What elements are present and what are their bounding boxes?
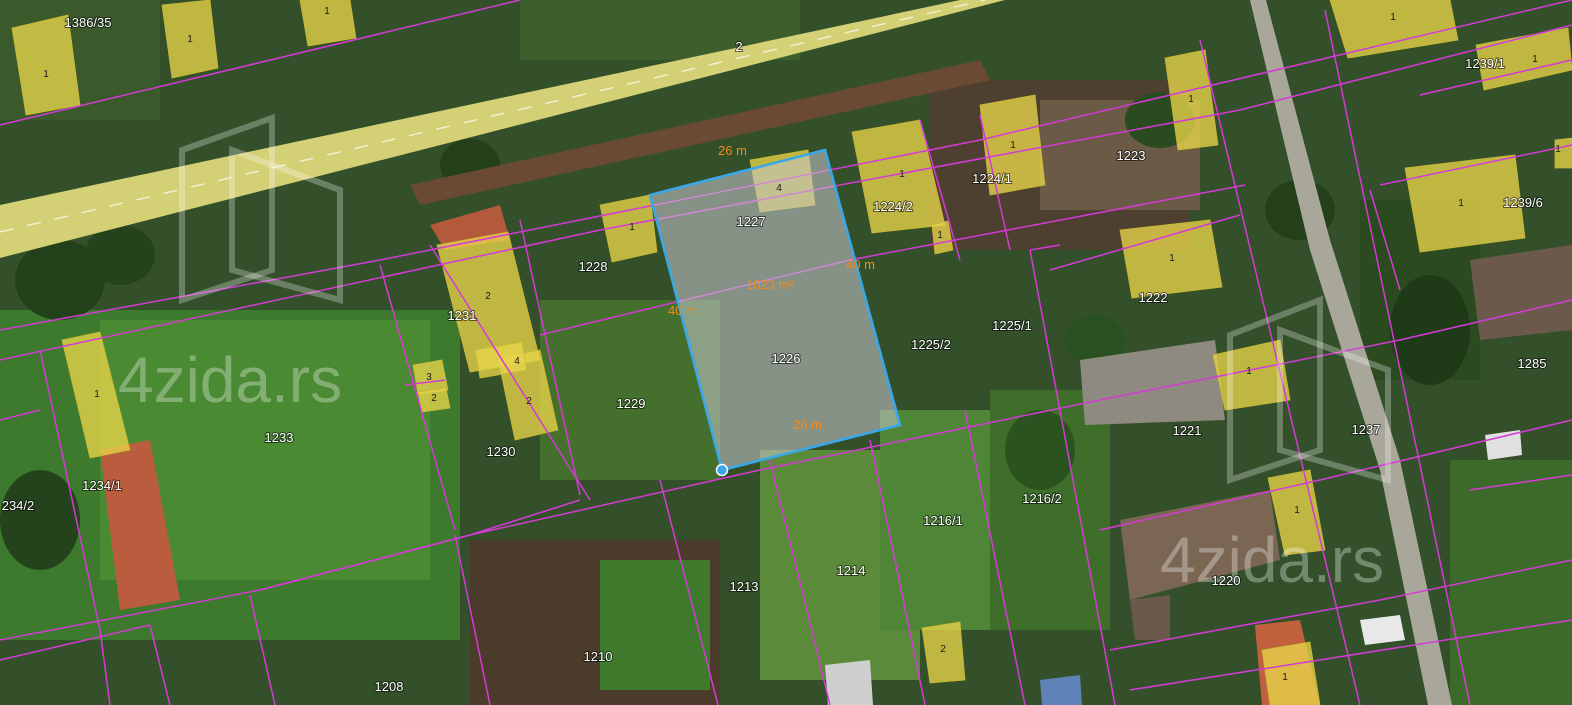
building-number-label: 1 [1555,144,1561,155]
measure-east: 40 m [846,257,875,272]
building-number-label: 1 [1010,140,1016,151]
building-number-label: 2 [431,393,437,404]
vertex-handle[interactable] [715,463,729,477]
parcel-number-label: 1222 [1139,290,1168,305]
building-number-label: 4 [776,183,782,194]
building-number-label: 4 [514,356,520,367]
building-number-label: 1 [1294,505,1300,516]
building-number-label: 1 [1188,94,1194,105]
parcel-number-label: 1386/35 [65,15,112,30]
parcel-number-label: 1228 [579,259,608,274]
parcel-number-label: 1213 [730,579,759,594]
parcel-number-label: 1220 [1212,573,1241,588]
measure-north: 26 m [718,143,747,158]
parcel-number-label: 1210 [584,649,613,664]
parcel-number-label: 234/2 [2,498,35,513]
parcel-number-label: 1223 [1117,148,1146,163]
watermark-text: 4zida.rs [118,344,342,416]
building-number-label: 1 [43,69,49,80]
building-number-label: 2 [940,644,946,655]
building-number-label: 1 [1390,12,1396,23]
building-number-label: 1 [94,389,100,400]
building-number-label: 1 [899,169,905,180]
parcel-number-label: 1221 [1173,423,1202,438]
parcel-number-label: 1239/6 [1503,195,1543,210]
cadastral-map[interactable]: 4zida.rs 4zida.rs 1 1 1 1 1 4 1 1 1 1 1 2 1 2 1 1 4 3 2 1 1 1… [0,0,1572,705]
parcel-number-label: 1239/1 [1465,56,1505,71]
building-number-label: 1 [1169,253,1175,264]
building-number-label: 1 [187,34,193,45]
map-canvas[interactable]: 4zida.rs 4zida.rs 1 1 1 1 1 4 1 1 1 1 1 2 1 2 1 1 4 3 2 1 1 1… [0,0,1572,705]
parcel-number-label: 1230 [487,444,516,459]
parcel-number-label: 1208 [375,679,404,694]
building-number-label: 1 [324,6,330,17]
parcel-number-label: 1224/2 [873,199,913,214]
parcel-number-label: 1231 [448,308,477,323]
building-number-label: 1 [629,222,635,233]
parcel-number-label: 1229 [617,396,646,411]
parcel-number-label: 1225/2 [911,337,951,352]
measure-area: 1023 m² [746,277,794,292]
parcel-number-label: 1216/2 [1022,491,1062,506]
watermark-text: 4zida.rs [1160,524,1384,596]
parcel-number-label: 2 [735,39,742,54]
building-number-label: 3 [426,372,432,383]
building-number-label: 1 [1246,366,1252,377]
building-footprint [1261,641,1321,705]
parcel-number-label: 1225/1 [992,318,1032,333]
building-number-label: 1 [1532,54,1538,65]
measure-south: 26 m [793,417,822,432]
building-number-label: 1 [937,230,943,241]
parcel-number-label: 1233 [265,430,294,445]
building-number-label: 1 [1458,198,1464,209]
building-number-label: 1 [1282,672,1288,683]
parcel-number-label: 1214 [837,563,866,578]
measure-west: 40 m [668,303,697,318]
parcel-number-label: 1237 [1352,422,1381,437]
building-number-label: 2 [485,291,491,302]
building-number-label: 2 [526,396,532,407]
parcel-number-label: 1234/1 [82,478,122,493]
parcel-number-label: 1285 [1518,356,1547,371]
parcel-number-label: 1226 [772,351,801,366]
parcel-number-label: 1216/1 [923,513,963,528]
parcel-number-label: 1224/1 [972,171,1012,186]
parcel-number-label: 1227 [737,214,766,229]
